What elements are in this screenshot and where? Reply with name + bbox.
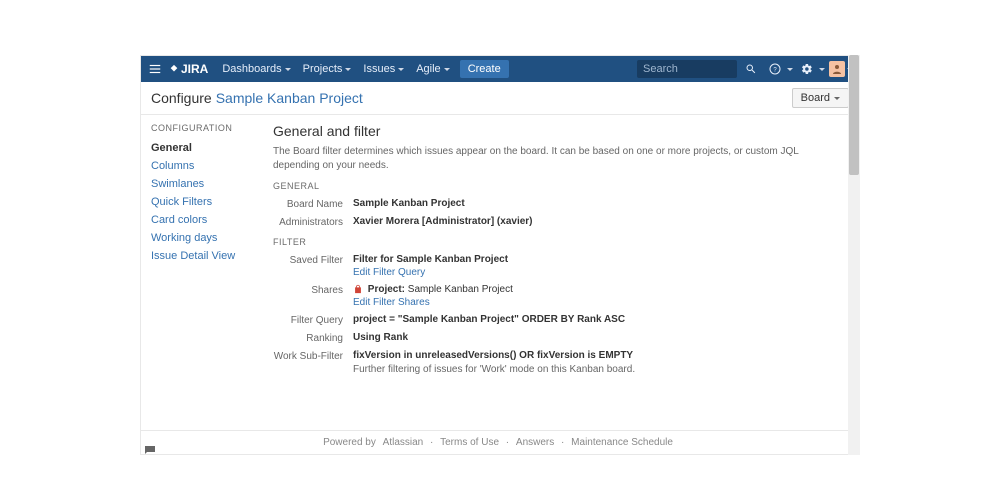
- sidebar-item-quick-filters[interactable]: Quick Filters: [151, 193, 251, 211]
- user-avatar[interactable]: [829, 61, 845, 77]
- footer-atlassian-link[interactable]: Atlassian: [383, 437, 424, 448]
- jira-logo[interactable]: JIRA: [169, 62, 208, 76]
- vertical-scrollbar[interactable]: [848, 55, 860, 455]
- saved-filter-value: Filter for Sample Kanban Project: [353, 254, 508, 265]
- caret-down-icon: [285, 68, 291, 71]
- ranking-label: Ranking: [273, 332, 353, 344]
- gear-icon[interactable]: [797, 63, 817, 75]
- search-input[interactable]: [637, 60, 737, 78]
- page-title-prefix: Configure: [151, 90, 212, 106]
- work-subfilter-value: fixVersion in unreleasedVersions() OR fi…: [353, 350, 633, 361]
- footer-answers-link[interactable]: Answers: [516, 437, 554, 448]
- saved-filter-label: Saved Filter: [273, 254, 353, 266]
- help-icon[interactable]: ?: [765, 63, 785, 75]
- main-content: General and filter The Board filter dete…: [261, 115, 859, 430]
- nav-agile[interactable]: Agile: [410, 63, 455, 75]
- nav-issues-label: Issues: [363, 63, 395, 75]
- sidebar-heading: CONFIGURATION: [151, 123, 251, 133]
- scrollbar-thumb[interactable]: [849, 55, 859, 175]
- shares-project-value: Sample Kanban Project: [408, 284, 513, 295]
- caret-down-icon: [787, 68, 793, 71]
- filter-query-value: project = "Sample Kanban Project" ORDER …: [353, 314, 625, 325]
- project-title-link[interactable]: Sample Kanban Project: [216, 90, 363, 106]
- edit-filter-shares-link[interactable]: Edit Filter Shares: [353, 297, 430, 308]
- ranking-value: Using Rank: [353, 332, 408, 343]
- shares-label: Shares: [273, 284, 353, 296]
- administrators-label: Administrators: [273, 216, 353, 228]
- board-name-value: Sample Kanban Project: [353, 198, 465, 209]
- nav-dashboards[interactable]: Dashboards: [216, 63, 296, 75]
- nav-projects[interactable]: Projects: [297, 63, 358, 75]
- caret-down-icon: [398, 68, 404, 71]
- caret-down-icon: [345, 68, 351, 71]
- footer-terms-link[interactable]: Terms of Use: [440, 437, 499, 448]
- board-name-label: Board Name: [273, 198, 353, 210]
- caret-down-icon: [444, 68, 450, 71]
- nav-projects-label: Projects: [303, 63, 343, 75]
- create-button[interactable]: Create: [460, 60, 509, 78]
- work-subfilter-subtext: Further filtering of issues for 'Work' m…: [353, 364, 847, 375]
- footer-powered-prefix: Powered by: [323, 437, 376, 448]
- shares-project-prefix: Project:: [368, 284, 405, 295]
- nav-agile-label: Agile: [416, 63, 440, 75]
- sidebar-item-general[interactable]: General: [151, 139, 251, 157]
- feedback-icon[interactable]: [143, 443, 157, 457]
- sidebar-item-swimlanes[interactable]: Swimlanes: [151, 175, 251, 193]
- lock-icon: [353, 284, 363, 294]
- footer-maintenance-link[interactable]: Maintenance Schedule: [571, 437, 673, 448]
- main-description: The Board filter determines which issues…: [273, 145, 847, 173]
- caret-down-icon: [834, 97, 840, 100]
- sidebar-item-columns[interactable]: Columns: [151, 157, 251, 175]
- nav-dashboards-label: Dashboards: [222, 63, 281, 75]
- caret-down-icon: [819, 68, 825, 71]
- section-general-label: GENERAL: [273, 181, 847, 191]
- jira-logo-text: JIRA: [181, 62, 208, 76]
- title-bar: Configure Sample Kanban Project Board: [141, 82, 859, 115]
- sidebar-item-card-colors[interactable]: Card colors: [151, 211, 251, 229]
- administrators-value: Xavier Morera [Administrator] (xavier): [353, 216, 533, 227]
- sidebar-item-working-days[interactable]: Working days: [151, 229, 251, 247]
- main-heading: General and filter: [273, 123, 847, 139]
- sidebar-item-issue-detail[interactable]: Issue Detail View: [151, 247, 251, 265]
- search-icon[interactable]: [741, 63, 761, 75]
- footer: Powered by Atlassian · Terms of Use · An…: [141, 430, 859, 454]
- board-dropdown-label: Board: [801, 92, 830, 104]
- filter-query-label: Filter Query: [273, 314, 353, 326]
- board-dropdown-button[interactable]: Board: [792, 88, 849, 108]
- config-sidebar: CONFIGURATION General Columns Swimlanes …: [141, 115, 261, 430]
- top-navigation: JIRA Dashboards Projects Issues Agile Cr…: [141, 56, 859, 82]
- work-subfilter-label: Work Sub-Filter: [273, 350, 353, 362]
- svg-text:?: ?: [773, 68, 777, 74]
- edit-filter-query-link[interactable]: Edit Filter Query: [353, 267, 425, 278]
- nav-issues[interactable]: Issues: [357, 63, 410, 75]
- section-filter-label: FILTER: [273, 237, 847, 247]
- menu-icon[interactable]: [147, 61, 163, 77]
